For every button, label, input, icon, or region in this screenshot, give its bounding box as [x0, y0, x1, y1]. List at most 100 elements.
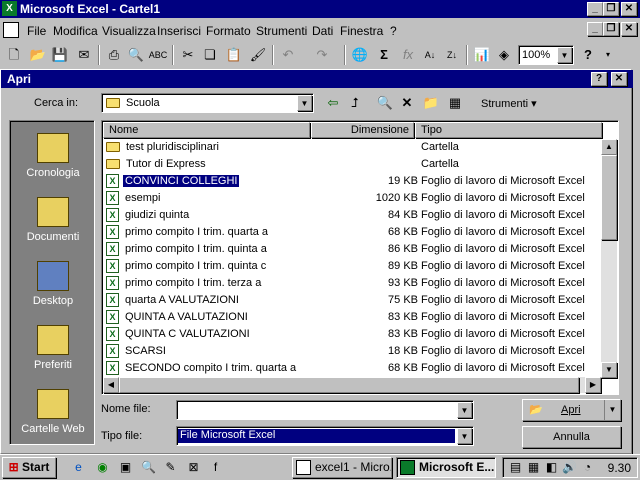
file-row[interactable]: Xprimo compito I trim. terza a 93 KB Fogli…: [106, 275, 606, 292]
desktop-show-icon[interactable]: ▣: [117, 459, 134, 476]
undo-icon[interactable]: ↶: [278, 45, 298, 65]
workbook-icon[interactable]: [3, 22, 19, 38]
minimize-icon[interactable]: _: [587, 2, 603, 16]
tray-monitor-icon[interactable]: ▦: [525, 459, 542, 476]
menu-visualizza[interactable]: Visualizza: [102, 24, 156, 38]
file-row[interactable]: Xprimo compito I trim. quinta c 89 KB Fogl…: [106, 258, 606, 275]
menu-finestra[interactable]: Finestra: [340, 24, 383, 38]
function-icon[interactable]: fx: [398, 45, 418, 65]
filetype-dropdown-icon[interactable]: ▼: [457, 428, 472, 444]
views-icon[interactable]: ▦: [445, 93, 465, 113]
filetype-combo[interactable]: File Microsoft Excel ▼: [176, 426, 474, 446]
excel-app-icon[interactable]: X: [2, 1, 17, 16]
tray-task-icon[interactable]: ◧: [543, 459, 560, 476]
filename-dropdown-icon[interactable]: ▼: [457, 402, 472, 418]
tray-scheduler-icon[interactable]: ◔: [579, 459, 596, 476]
doc-close-icon[interactable]: ✕: [621, 22, 637, 36]
menu-file[interactable]: File: [27, 24, 46, 38]
file-row[interactable]: X CONVINCI COLLEGHI 19 KB Foglio di lavoro …: [106, 173, 606, 190]
filename-input[interactable]: ▼: [176, 400, 474, 420]
redo-icon[interactable]: ↷: [312, 45, 332, 65]
drawing-icon[interactable]: ◈: [494, 45, 514, 65]
new-icon[interactable]: 🗋: [4, 45, 24, 65]
file-row[interactable]: X QUINTA A VALUTAZIONI 83 KB Foglio di lavo…: [106, 309, 606, 326]
copy-icon[interactable]: ❏: [200, 45, 220, 65]
print-icon[interactable]: ⎙: [104, 45, 124, 65]
tools-menu[interactable]: Strumenti ▾: [481, 97, 537, 110]
place-history[interactable]: Cronologia: [10, 133, 96, 179]
start-button[interactable]: ⊞ Start: [2, 457, 56, 478]
look-in-combo[interactable]: Scuola ▼: [101, 93, 314, 113]
doc-minimize-icon[interactable]: _: [587, 22, 603, 36]
file-row[interactable]: test pluridisciplinari Cartella: [106, 139, 606, 156]
file-row[interactable]: Xprimo compito I trim. quinta a 86 KB Fogl…: [106, 241, 606, 258]
column-header-type[interactable]: Tipo: [415, 122, 602, 138]
menu-help[interactable]: ?: [390, 24, 397, 38]
help-icon[interactable]: ?: [578, 45, 598, 65]
search-web-icon[interactable]: 🔍: [375, 93, 395, 113]
look-in-dropdown-icon[interactable]: ▼: [297, 95, 312, 111]
font-icon[interactable]: f: [207, 459, 224, 476]
task-microsoft-excel[interactable]: Microsoft E...: [396, 457, 496, 478]
file-row[interactable]: X QUINTA C VALUTAZIONI 83 KB Foglio di lavo…: [106, 326, 606, 343]
doc-restore-icon[interactable]: ❐: [603, 22, 619, 36]
file-row[interactable]: Xgiudizi quinta 84 KB Foglio di lavoro di …: [106, 207, 606, 224]
chart-wizard-icon[interactable]: 📊: [472, 45, 492, 65]
menu-inserisci[interactable]: Inserisci: [157, 24, 201, 38]
scroll-left-icon[interactable]: ◀: [103, 377, 119, 393]
open-dropdown-icon[interactable]: ▼: [604, 400, 620, 420]
toolbar-options-icon[interactable]: ▾: [598, 45, 618, 65]
outlook-icon[interactable]: ◉: [94, 459, 111, 476]
menu-strumenti[interactable]: Strumenti: [256, 24, 307, 38]
autosum-icon[interactable]: Σ: [374, 45, 394, 65]
vertical-scrollbar[interactable]: ▲ ▼: [601, 139, 617, 378]
quick-launch-icon[interactable]: ✎: [162, 459, 179, 476]
file-row[interactable]: Tutor di Express Cartella: [106, 156, 606, 173]
task-excel1[interactable]: excel1 - Micro...: [292, 457, 392, 478]
paste-icon[interactable]: 📋: [224, 45, 244, 65]
dialog-help-icon[interactable]: ?: [591, 72, 607, 86]
cut-icon[interactable]: ✂: [178, 45, 198, 65]
new-folder-icon[interactable]: 📁: [421, 93, 441, 113]
format-painter-icon[interactable]: 🖌: [248, 45, 268, 65]
close-icon[interactable]: ✕: [621, 2, 637, 16]
scroll-right-icon[interactable]: ▶: [585, 377, 601, 393]
column-header-size[interactable]: Dimensione: [311, 122, 414, 138]
place-web-folders[interactable]: Cartelle Web: [10, 389, 96, 435]
menu-dati[interactable]: Dati: [312, 24, 333, 38]
spelling-icon[interactable]: ABC: [148, 45, 168, 65]
scroll-down-icon[interactable]: ▼: [601, 362, 617, 378]
tray-network-icon[interactable]: ▤: [507, 459, 524, 476]
zoom-dropdown-icon[interactable]: ▼: [557, 47, 572, 63]
ie-icon[interactable]: e: [70, 459, 87, 476]
file-row[interactable]: Xquarta A VALUTAZIONI 75 KB Foglio di lavo…: [106, 292, 606, 309]
media-icon[interactable]: ⊠: [185, 459, 202, 476]
sort-ascending-icon[interactable]: A↓: [420, 45, 440, 65]
menu-formato[interactable]: Formato: [206, 24, 251, 38]
file-row[interactable]: Xprimo compito I trim. quarta a 68 KB Fogl…: [106, 224, 606, 241]
save-icon[interactable]: 💾: [50, 45, 70, 65]
tray-volume-icon[interactable]: 🔊: [561, 459, 578, 476]
back-icon[interactable]: ⇦: [323, 93, 343, 113]
place-desktop[interactable]: Desktop: [10, 261, 96, 307]
file-row[interactable]: X SCARSI 18 KB Foglio di lavoro di Microsof…: [106, 343, 606, 360]
sort-descending-icon[interactable]: Z↓: [442, 45, 462, 65]
email-icon[interactable]: ✉: [74, 45, 94, 65]
open-button[interactable]: 📂 Apri ▼: [522, 399, 621, 421]
scroll-thumb[interactable]: [601, 155, 617, 240]
menu-modifica[interactable]: Modifica: [53, 24, 98, 38]
scroll-up-icon[interactable]: ▲: [601, 139, 617, 155]
place-favorites[interactable]: Preferiti: [10, 325, 96, 371]
delete-icon[interactable]: ✕: [397, 93, 417, 113]
up-folder-icon[interactable]: ⮥: [345, 93, 365, 113]
file-row[interactable]: Xesempi 1020 KB Foglio di lavoro di Micros…: [106, 190, 606, 207]
hyperlink-icon[interactable]: 🌐: [350, 45, 370, 65]
open-icon[interactable]: 📂: [28, 45, 48, 65]
dialog-close-icon[interactable]: ✕: [611, 72, 627, 86]
file-row[interactable]: X SECONDO compito I trim. quarta a 68 KB Fo…: [106, 360, 606, 377]
hscroll-thumb[interactable]: [119, 377, 579, 393]
horizontal-scrollbar[interactable]: ◀ ▶: [103, 377, 601, 393]
cancel-button[interactable]: Annulla: [522, 426, 621, 448]
place-documents[interactable]: Documenti: [10, 197, 96, 243]
channels-icon[interactable]: 🔍: [140, 459, 157, 476]
